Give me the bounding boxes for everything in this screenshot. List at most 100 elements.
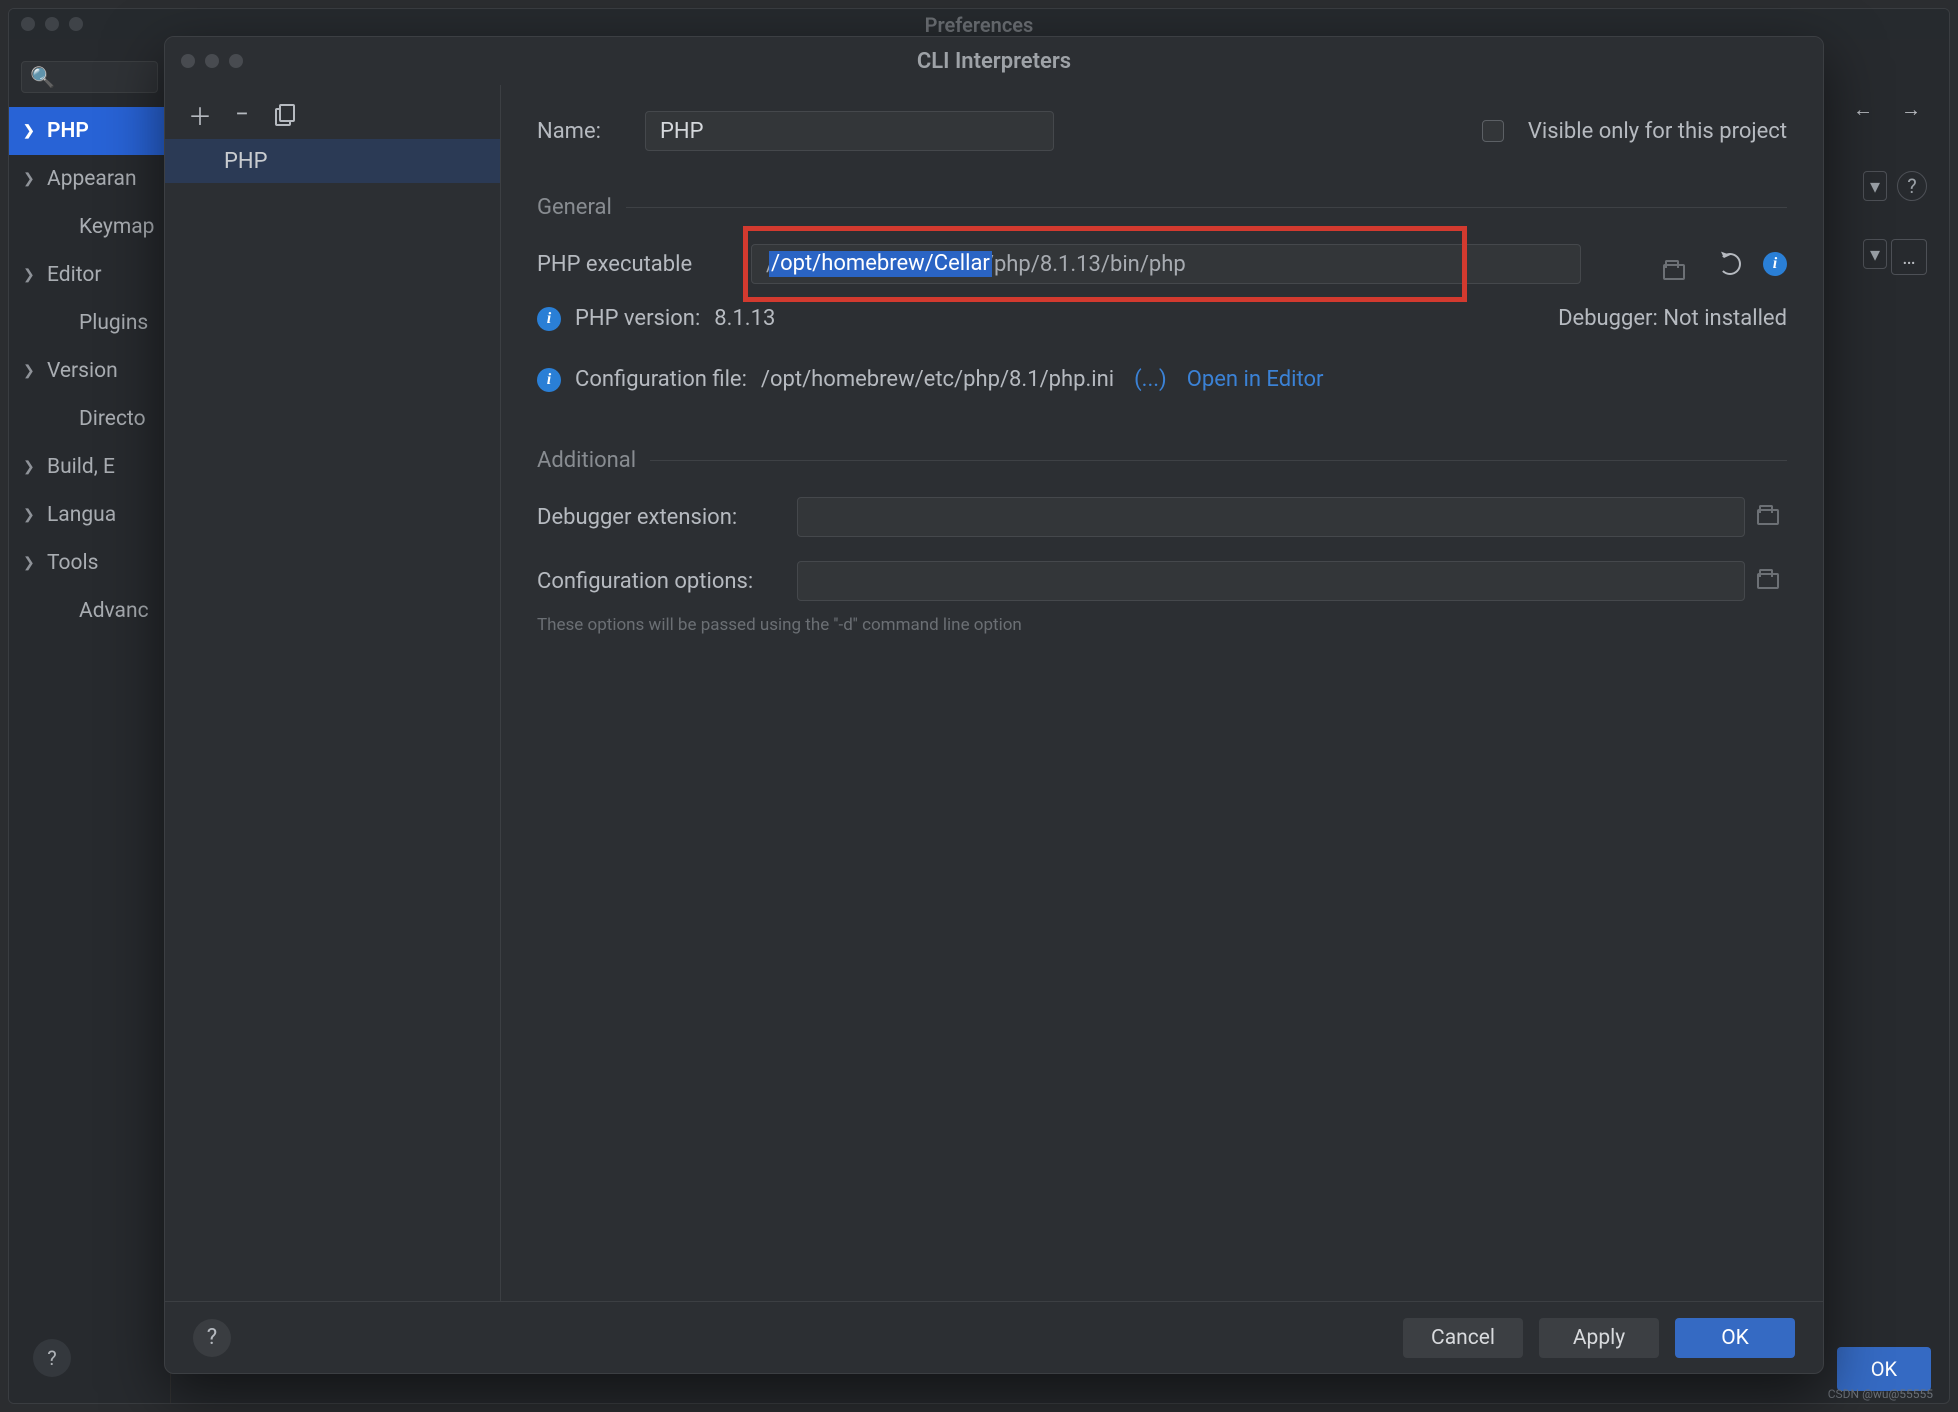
- info-icon: i: [537, 368, 561, 392]
- browse-configuration-options-button[interactable]: [1749, 561, 1787, 601]
- divider: [626, 207, 1787, 208]
- preferences-sidebar-item[interactable]: ❯ Build, E: [9, 443, 170, 491]
- name-input[interactable]: [645, 111, 1054, 151]
- info-icon: i: [537, 307, 561, 331]
- sidebar-item-label: Appearan: [47, 167, 137, 191]
- config-file-label: Configuration file:: [575, 367, 747, 392]
- dialog-footer: ? Cancel Apply OK: [165, 1301, 1823, 1373]
- browse-executable-button[interactable]: [1655, 252, 1693, 292]
- preferences-sidebar-item[interactable]: ❯ Tools: [9, 539, 170, 587]
- php-version-value: 8.1.13: [714, 306, 775, 331]
- remove-interpreter-button[interactable]: −: [231, 103, 253, 125]
- traffic-max-icon[interactable]: [69, 17, 83, 31]
- preferences-sidebar-item[interactable]: Directo: [9, 395, 170, 443]
- preferences-nav: ← →: [1853, 97, 1921, 122]
- divider: [650, 460, 1787, 461]
- sidebar-item-label: Tools: [47, 551, 98, 575]
- traffic-min-icon[interactable]: [45, 17, 59, 31]
- dialog-traffic-min-icon[interactable]: [205, 54, 219, 68]
- cancel-button[interactable]: Cancel: [1403, 1318, 1523, 1358]
- general-section-header: General: [537, 195, 1787, 220]
- apply-button[interactable]: Apply: [1539, 1318, 1659, 1358]
- ok-button[interactable]: OK: [1675, 1318, 1795, 1358]
- sidebar-item-label: Advanc: [79, 599, 149, 623]
- dropdown-toggle-2[interactable]: ▾: [1863, 239, 1887, 269]
- ellipsis-button[interactable]: …: [1891, 239, 1927, 275]
- context-help-icon[interactable]: ?: [1897, 171, 1927, 201]
- visible-only-project-checkbox[interactable]: [1482, 120, 1504, 142]
- dropdown-toggle-1[interactable]: ▾: [1863, 171, 1887, 201]
- additional-section-label: Additional: [537, 448, 636, 473]
- folder-icon: [1757, 573, 1779, 589]
- additional-section-header: Additional: [537, 448, 1787, 473]
- browse-debugger-extension-button[interactable]: [1749, 497, 1787, 537]
- config-file-path: /opt/homebrew/etc/php/8.1/php.ini: [761, 367, 1114, 392]
- chevron-right-icon: ❯: [23, 123, 35, 139]
- preferences-sidebar-item[interactable]: ❯ PHP: [9, 107, 170, 155]
- visible-only-project-label: Visible only for this project: [1528, 119, 1787, 144]
- configuration-options-hint: These options will be passed using the '…: [537, 615, 1787, 635]
- preferences-title: Preferences: [925, 13, 1034, 37]
- sidebar-item-label: Editor: [47, 263, 101, 287]
- watermark: CSDN @wu@55555: [1828, 1387, 1933, 1401]
- chevron-right-icon: ❯: [23, 555, 35, 571]
- sidebar-item-label: PHP: [47, 119, 89, 143]
- preferences-ok-button[interactable]: OK: [1837, 1347, 1931, 1391]
- general-section-label: General: [537, 195, 612, 220]
- sidebar-item-label: Plugins: [79, 311, 148, 335]
- dialog-traffic-max-icon[interactable]: [229, 54, 243, 68]
- name-label: Name:: [537, 119, 621, 144]
- dialog-help-button[interactable]: ?: [193, 1319, 231, 1357]
- preferences-sidebar-item[interactable]: ❯ Editor: [9, 251, 170, 299]
- php-version-label: PHP version:: [575, 306, 700, 331]
- copy-interpreter-button[interactable]: [273, 103, 295, 125]
- sidebar-item-label: Version: [47, 359, 118, 383]
- preferences-titlebar: Preferences: [9, 9, 1949, 39]
- interpreter-detail-panel: Name: Visible only for this project Gene…: [501, 85, 1823, 1301]
- preferences-sidebar-item[interactable]: Keymap: [9, 203, 170, 251]
- info-icon[interactable]: i: [1763, 252, 1787, 276]
- open-in-editor-link[interactable]: Open in Editor: [1187, 367, 1324, 392]
- nav-forward-icon[interactable]: →: [1901, 97, 1921, 122]
- preferences-search-input[interactable]: 🔍: [21, 61, 158, 93]
- debugger-label: Debugger:: [1558, 306, 1658, 331]
- preferences-sidebar-item[interactable]: ❯ Version: [9, 347, 170, 395]
- copy-icon: [275, 104, 293, 124]
- sidebar-item-label: Keymap: [79, 215, 154, 239]
- traffic-close-icon[interactable]: [21, 17, 35, 31]
- chevron-right-icon: ❯: [23, 171, 35, 187]
- folder-icon: [1663, 264, 1685, 280]
- config-file-more-button[interactable]: (...): [1134, 367, 1167, 392]
- chevron-right-icon: ❯: [23, 459, 35, 475]
- preferences-sidebar-item[interactable]: Advanc: [9, 587, 170, 635]
- preferences-sidebar: 🔍 ❯ PHP ❯ Appearan Keymap ❯ Editor Plugins ❯ Vers…: [9, 39, 171, 1403]
- sidebar-item-label: Build, E: [47, 455, 115, 479]
- sidebar-item-label: Langua: [47, 503, 116, 527]
- cli-interpreters-dialog: CLI Interpreters ＋ − PHP Name: Visible o…: [164, 36, 1824, 1374]
- configuration-options-input[interactable]: [797, 561, 1745, 601]
- php-executable-label: PHP executable: [537, 252, 733, 277]
- chevron-right-icon: ❯: [23, 507, 35, 523]
- sidebar-item-label: Directo: [79, 407, 146, 431]
- add-interpreter-button[interactable]: ＋: [189, 103, 211, 125]
- search-icon: 🔍: [30, 65, 55, 89]
- dialog-traffic-close-icon[interactable]: [181, 54, 195, 68]
- preferences-sidebar-item[interactable]: ❯ Langua: [9, 491, 170, 539]
- reload-icon[interactable]: [1719, 253, 1741, 275]
- preferences-sidebar-item[interactable]: ❯ Appearan: [9, 155, 170, 203]
- debugger-extension-input[interactable]: [797, 497, 1745, 537]
- interpreter-list-item[interactable]: PHP: [165, 139, 500, 183]
- interpreter-list: PHP: [165, 139, 500, 1301]
- chevron-right-icon: ❯: [23, 267, 35, 283]
- preferences-sidebar-item[interactable]: Plugins: [9, 299, 170, 347]
- folder-icon: [1757, 509, 1779, 525]
- preferences-help-button[interactable]: ?: [33, 1339, 71, 1377]
- nav-back-icon[interactable]: ←: [1853, 97, 1873, 122]
- interpreter-toolbar: ＋ −: [165, 85, 500, 139]
- chevron-right-icon: ❯: [23, 363, 35, 379]
- debugger-extension-label: Debugger extension:: [537, 505, 779, 530]
- interpreter-list-item-label: PHP: [224, 149, 267, 174]
- debugger-value: Not installed: [1663, 306, 1787, 331]
- configuration-options-label: Configuration options:: [537, 569, 779, 594]
- interpreter-list-panel: ＋ − PHP: [165, 85, 501, 1301]
